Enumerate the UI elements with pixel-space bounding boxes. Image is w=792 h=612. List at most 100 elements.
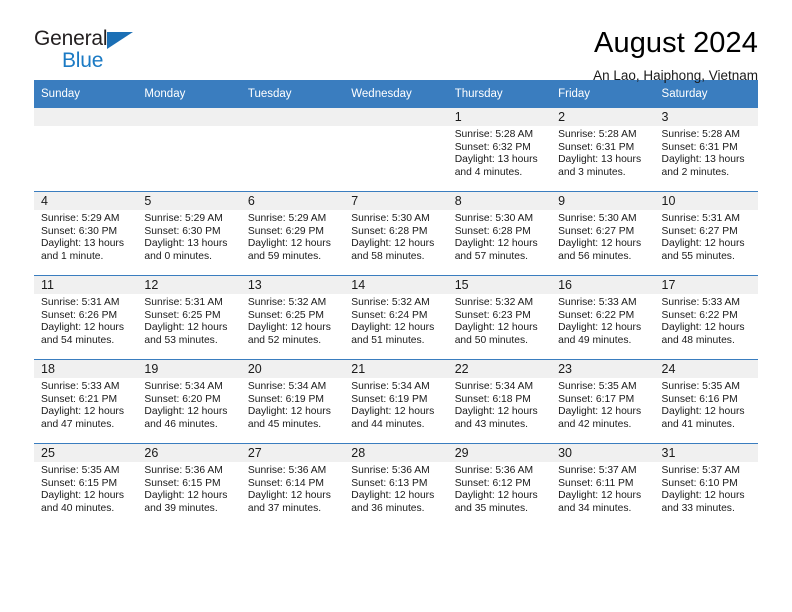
calendar-day-cell[interactable]: 9 Sunrise: 5:30 AM Sunset: 6:27 PM Daylight… <box>551 191 655 276</box>
calendar-day-cell[interactable]: 23 Sunrise: 5:35 AM Sunset: 6:17 PM Dayligh… <box>551 359 655 444</box>
calendar-day-cell[interactable]: 6 Sunrise: 5:29 AM Sunset: 6:29 PM Daylight… <box>240 191 345 276</box>
daylight-text: Daylight: 12 hours and 34 minutes. <box>558 490 642 514</box>
calendar-day-cell[interactable]: 19 Sunrise: 5:34 AM Sunset: 6:20 PM Dayligh… <box>137 359 241 444</box>
logo-triangle-icon <box>107 32 133 49</box>
day-cell-inner: 11 Sunrise: 5:31 AM Sunset: 6:26 PM Dayligh… <box>34 276 138 359</box>
daylight-text: Daylight: 12 hours and 46 minutes. <box>144 406 228 430</box>
day-number: 5 <box>137 192 241 210</box>
calendar-day-cell[interactable]: 4 Sunrise: 5:29 AM Sunset: 6:30 PM Daylight… <box>34 191 138 276</box>
day-cell-inner <box>240 108 345 191</box>
daylight-text: Daylight: 12 hours and 40 minutes. <box>41 490 124 514</box>
calendar-day-cell[interactable]: 20 Sunrise: 5:34 AM Sunset: 6:19 PM Dayligh… <box>240 359 345 444</box>
daylight-text: Daylight: 12 hours and 41 minutes. <box>661 406 745 430</box>
page-header: General Blue August 2024 An Lao, Haiphon… <box>34 0 758 83</box>
weekday-header-wednesday: Wednesday <box>344 80 448 108</box>
day-details: Sunrise: 5:29 AM Sunset: 6:30 PM Daylight:… <box>137 210 240 263</box>
daylight-text: Daylight: 12 hours and 52 minutes. <box>247 322 331 346</box>
sunset-text: Sunset: 6:25 PM <box>144 309 221 321</box>
calendar-day-cell[interactable]: 22 Sunrise: 5:34 AM Sunset: 6:18 PM Dayligh… <box>447 359 552 444</box>
calendar-day-cell[interactable]: 26 Sunrise: 5:36 AM Sunset: 6:15 PM Dayligh… <box>137 443 241 527</box>
day-cell-inner: 5 Sunrise: 5:29 AM Sunset: 6:30 PM Daylight… <box>137 192 241 275</box>
calendar-day-cell[interactable]: 18 Sunrise: 5:33 AM Sunset: 6:21 PM Dayligh… <box>34 359 138 444</box>
calendar-day-cell[interactable]: 14 Sunrise: 5:32 AM Sunset: 6:24 PM Dayligh… <box>344 275 448 360</box>
calendar-day-cell[interactable]: 5 Sunrise: 5:29 AM Sunset: 6:30 PM Daylight… <box>137 191 241 276</box>
calendar-body: 1 Sunrise: 5:28 AM Sunset: 6:32 PM Daylight… <box>34 107 758 527</box>
day-cell-inner: 31 Sunrise: 5:37 AM Sunset: 6:10 PM Dayligh… <box>654 444 758 527</box>
day-details: Sunrise: 5:36 AM Sunset: 6:13 PM Daylight:… <box>344 462 447 515</box>
day-cell-inner: 17 Sunrise: 5:33 AM Sunset: 6:22 PM Dayligh… <box>654 276 758 359</box>
calendar-page: General Blue August 2024 An Lao, Haiphon… <box>0 0 792 612</box>
calendar-day-cell[interactable]: 3 Sunrise: 5:28 AM Sunset: 6:31 PM Daylight… <box>654 107 758 192</box>
day-cell-inner: 26 Sunrise: 5:36 AM Sunset: 6:15 PM Dayligh… <box>137 444 241 527</box>
sunrise-text: Sunrise: 5:36 AM <box>351 465 430 476</box>
day-number: 27 <box>240 444 345 462</box>
day-number: 15 <box>447 276 552 294</box>
sunset-text: Sunset: 6:25 PM <box>247 309 324 321</box>
day-details: Sunrise: 5:35 AM Sunset: 6:16 PM Daylight:… <box>655 378 758 431</box>
calendar-day-cell[interactable]: 11 Sunrise: 5:31 AM Sunset: 6:26 PM Dayligh… <box>34 275 138 360</box>
sunset-text: Sunset: 6:29 PM <box>247 225 324 237</box>
day-cell-inner: 15 Sunrise: 5:32 AM Sunset: 6:23 PM Dayligh… <box>447 276 552 359</box>
calendar-day-cell[interactable]: 31 Sunrise: 5:37 AM Sunset: 6:10 PM Dayligh… <box>654 443 758 527</box>
calendar-day-cell[interactable]: 12 Sunrise: 5:31 AM Sunset: 6:25 PM Dayligh… <box>137 275 241 360</box>
sunrise-text: Sunrise: 5:31 AM <box>144 297 223 308</box>
day-details: Sunrise: 5:32 AM Sunset: 6:23 PM Daylight:… <box>448 294 551 347</box>
day-number: 12 <box>137 276 241 294</box>
day-number: 18 <box>34 360 138 378</box>
sunrise-text: Sunrise: 5:36 AM <box>454 465 534 476</box>
day-details: Sunrise: 5:36 AM Sunset: 6:12 PM Daylight:… <box>448 462 551 515</box>
day-details: Sunrise: 5:31 AM Sunset: 6:26 PM Daylight:… <box>34 294 137 347</box>
day-number: 13 <box>240 276 345 294</box>
day-cell-inner: 12 Sunrise: 5:31 AM Sunset: 6:25 PM Dayligh… <box>137 276 241 359</box>
day-number: 1 <box>447 108 552 126</box>
day-cell-inner: 14 Sunrise: 5:32 AM Sunset: 6:24 PM Dayligh… <box>344 276 448 359</box>
sunset-text: Sunset: 6:19 PM <box>351 393 428 405</box>
calendar-day-cell[interactable]: 17 Sunrise: 5:33 AM Sunset: 6:22 PM Dayligh… <box>654 275 758 360</box>
calendar-day-cell[interactable]: 13 Sunrise: 5:32 AM Sunset: 6:25 PM Dayligh… <box>240 275 345 360</box>
sunset-text: Sunset: 6:28 PM <box>454 225 531 237</box>
calendar-day-cell[interactable]: 21 Sunrise: 5:34 AM Sunset: 6:19 PM Dayligh… <box>344 359 448 444</box>
sunset-text: Sunset: 6:28 PM <box>351 225 428 237</box>
sunset-text: Sunset: 6:19 PM <box>247 393 324 405</box>
calendar-day-cell[interactable]: 24 Sunrise: 5:35 AM Sunset: 6:16 PM Dayligh… <box>654 359 758 444</box>
daylight-text: Daylight: 12 hours and 50 minutes. <box>454 322 538 346</box>
day-details: Sunrise: 5:28 AM Sunset: 6:32 PM Daylight:… <box>448 126 551 179</box>
calendar-week-row: 11 Sunrise: 5:31 AM Sunset: 6:26 PM Dayligh… <box>34 275 758 360</box>
calendar-day-cell[interactable]: 28 Sunrise: 5:36 AM Sunset: 6:13 PM Dayligh… <box>344 443 448 527</box>
generalblue-logo[interactable]: General Blue <box>34 26 164 72</box>
day-number: 7 <box>344 192 448 210</box>
page-title: August 2024 <box>594 27 758 59</box>
day-number: 8 <box>447 192 552 210</box>
sunrise-text: Sunrise: 5:29 AM <box>41 213 120 224</box>
day-number: 16 <box>551 276 655 294</box>
sunrise-text: Sunrise: 5:35 AM <box>661 381 740 392</box>
day-cell-inner: 28 Sunrise: 5:36 AM Sunset: 6:13 PM Dayligh… <box>344 444 448 527</box>
day-number: 19 <box>137 360 241 378</box>
calendar-day-cell[interactable]: 2 Sunrise: 5:28 AM Sunset: 6:31 PM Daylight… <box>551 107 655 192</box>
day-number <box>344 108 448 126</box>
calendar-week-row: 25 Sunrise: 5:35 AM Sunset: 6:15 PM Dayligh… <box>34 443 758 527</box>
calendar-day-cell[interactable]: 29 Sunrise: 5:36 AM Sunset: 6:12 PM Dayligh… <box>447 443 552 527</box>
calendar-day-cell[interactable]: 25 Sunrise: 5:35 AM Sunset: 6:15 PM Dayligh… <box>34 443 138 527</box>
sunset-text: Sunset: 6:15 PM <box>144 477 221 489</box>
daylight-text: Daylight: 12 hours and 49 minutes. <box>558 322 642 346</box>
calendar-day-cell[interactable]: 16 Sunrise: 5:33 AM Sunset: 6:22 PM Dayligh… <box>551 275 655 360</box>
day-number: 9 <box>551 192 655 210</box>
calendar-day-cell[interactable]: 10 Sunrise: 5:31 AM Sunset: 6:27 PM Dayligh… <box>654 191 758 276</box>
sunrise-text: Sunrise: 5:30 AM <box>558 213 637 224</box>
day-details: Sunrise: 5:36 AM Sunset: 6:15 PM Daylight:… <box>137 462 240 515</box>
day-details: Sunrise: 5:29 AM Sunset: 6:29 PM Daylight:… <box>241 210 344 263</box>
calendar-day-cell[interactable]: 7 Sunrise: 5:30 AM Sunset: 6:28 PM Daylight… <box>344 191 448 276</box>
sunset-text: Sunset: 6:30 PM <box>144 225 221 237</box>
calendar-day-cell[interactable]: 27 Sunrise: 5:36 AM Sunset: 6:14 PM Dayligh… <box>240 443 345 527</box>
calendar-day-cell[interactable]: 30 Sunrise: 5:37 AM Sunset: 6:11 PM Dayligh… <box>551 443 655 527</box>
calendar-day-cell[interactable]: 1 Sunrise: 5:28 AM Sunset: 6:32 PM Daylight… <box>447 107 552 192</box>
calendar-day-cell[interactable]: 8 Sunrise: 5:30 AM Sunset: 6:28 PM Daylight… <box>447 191 552 276</box>
day-cell-inner: 27 Sunrise: 5:36 AM Sunset: 6:14 PM Dayligh… <box>240 444 345 527</box>
sunrise-text: Sunrise: 5:31 AM <box>41 297 120 308</box>
sunrise-text: Sunrise: 5:28 AM <box>558 129 637 140</box>
daylight-text: Daylight: 13 hours and 2 minutes. <box>661 154 745 178</box>
day-cell-inner <box>34 108 138 191</box>
calendar-day-cell[interactable]: 15 Sunrise: 5:32 AM Sunset: 6:23 PM Dayligh… <box>447 275 552 360</box>
day-cell-inner: 8 Sunrise: 5:30 AM Sunset: 6:28 PM Daylight… <box>447 192 552 275</box>
